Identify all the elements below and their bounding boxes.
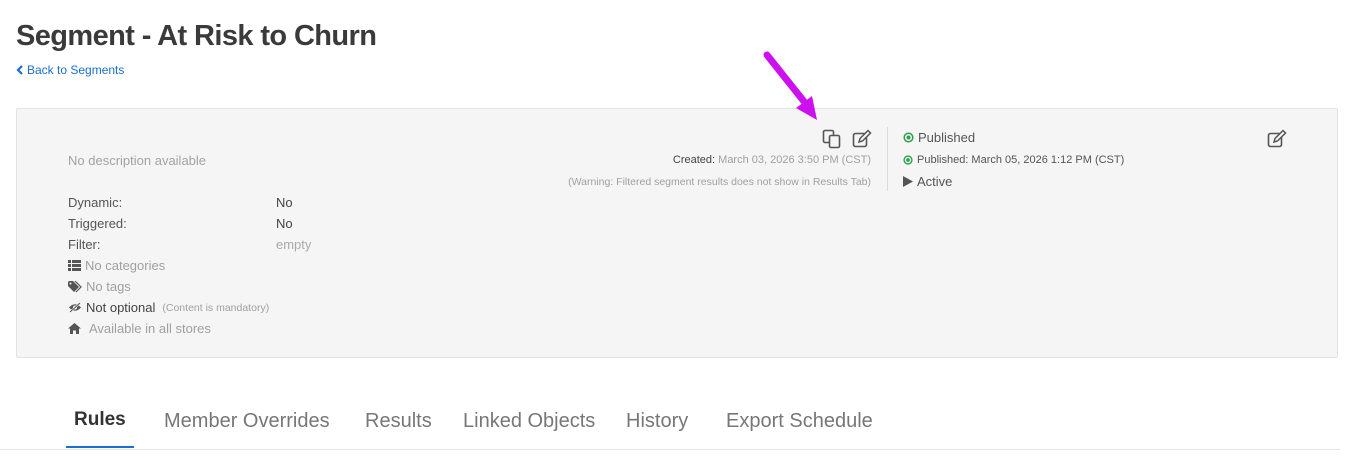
- active-toggle[interactable]: Active: [903, 174, 952, 189]
- segment-details-panel: No description available Dynamic: No Tri…: [16, 108, 1338, 358]
- segment-description: No description available: [68, 153, 207, 168]
- panel-divider: [887, 127, 888, 191]
- edit-details-button[interactable]: [851, 129, 873, 149]
- chevron-left-icon: [16, 65, 23, 75]
- optional-note: (Content is mandatory): [162, 301, 270, 314]
- copy-button[interactable]: [821, 129, 843, 149]
- status-dot-icon: [903, 155, 913, 165]
- edit-icon: [1267, 129, 1287, 148]
- page-title: Segment - At Risk to Churn: [16, 20, 377, 52]
- tab-export-schedule[interactable]: Export Schedule: [718, 395, 881, 447]
- home-icon: [68, 323, 81, 334]
- publish-status: Published: [903, 130, 975, 145]
- dynamic-value: No: [276, 195, 293, 210]
- tab-member-overrides[interactable]: Member Overrides: [156, 395, 338, 447]
- triggered-label: Triggered:: [68, 216, 127, 231]
- segment-tabs: Rules Member Overrides Results Linked Ob…: [0, 395, 1340, 450]
- filter-value: empty: [276, 237, 312, 252]
- edit-icon: [852, 129, 872, 148]
- categories-text: No categories: [85, 258, 166, 273]
- categories-row: No categories: [68, 258, 165, 273]
- created-label: Created:: [672, 154, 716, 166]
- list-icon: [68, 260, 81, 271]
- created-info: Created: March 03, 2026 3:50 PM (CST): [673, 154, 871, 166]
- status-dot-icon: [903, 132, 914, 143]
- status-label: Published: [918, 130, 976, 145]
- triggered-value: No: [276, 216, 293, 231]
- tab-rules[interactable]: Rules: [66, 395, 134, 448]
- created-date: March 03, 2026 3:50 PM (CST): [718, 154, 871, 166]
- back-link-label[interactable]: Back to Segments: [27, 63, 124, 77]
- results-warning: (Warning: Filtered segment results does …: [568, 176, 871, 188]
- tab-results[interactable]: Results: [357, 395, 440, 447]
- optional-text: Not optional: [86, 300, 156, 315]
- tags-icon: [68, 280, 82, 292]
- eye-slash-icon: [69, 302, 81, 313]
- back-to-segments-link[interactable]: Back to Segments: [16, 63, 124, 77]
- copy-icon: [822, 129, 841, 149]
- active-label[interactable]: Active: [917, 174, 952, 189]
- tab-history[interactable]: History: [618, 395, 696, 447]
- tab-linked-objects[interactable]: Linked Objects: [455, 395, 603, 447]
- tags-row: No tags: [68, 279, 131, 294]
- stores-row: Available in all stores: [68, 321, 211, 336]
- optional-row: Not optional (Content is mandatory): [68, 300, 269, 315]
- segment-toolbar: [821, 129, 873, 149]
- tags-text: No tags: [86, 279, 131, 294]
- published-date: Published: March 05, 2026 1:12 PM (CST): [917, 154, 1125, 166]
- dynamic-label: Dynamic:: [68, 195, 123, 210]
- filter-label: Filter:: [68, 237, 101, 252]
- published-date-row: Published: March 05, 2026 1:12 PM (CST): [903, 154, 1124, 166]
- play-icon: [903, 176, 913, 187]
- edit-status-button[interactable]: [1266, 129, 1288, 149]
- stores-text: Available in all stores: [89, 321, 211, 336]
- magenta-arrow: [763, 51, 817, 120]
